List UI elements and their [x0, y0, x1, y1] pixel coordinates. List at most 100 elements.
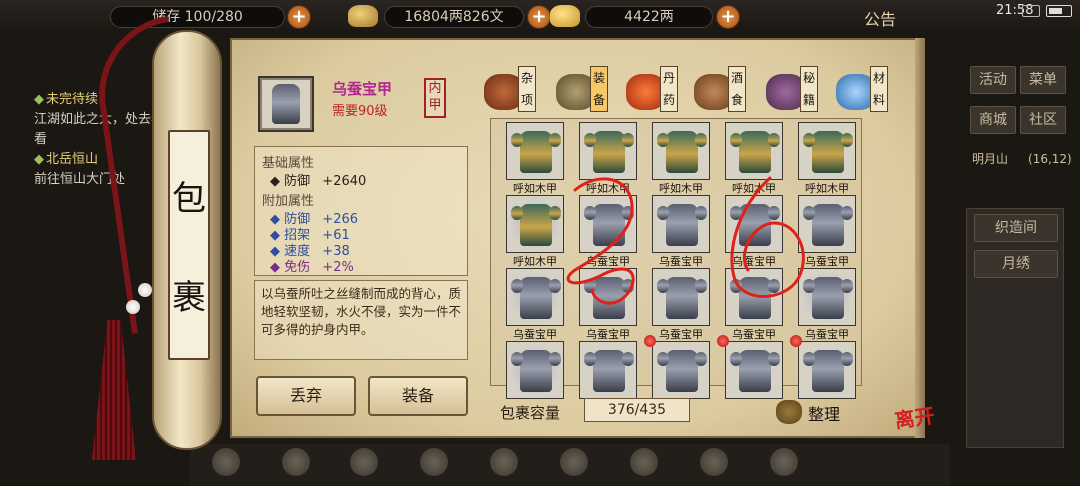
stat-value: +2640 [322, 174, 367, 189]
item-name: 乌蚕宝甲 [332, 80, 393, 98]
toolbar-icon[interactable] [350, 448, 378, 476]
inventory-slot[interactable] [579, 341, 637, 399]
shop-button[interactable]: 商城 [970, 106, 1016, 134]
diamond-icon: ◆ [270, 260, 280, 275]
silkworm-armor-icon [272, 84, 300, 124]
toolbar-icon[interactable] [212, 448, 240, 476]
bead-icon [126, 300, 140, 314]
inventory-slot[interactable] [579, 122, 637, 180]
silkworm-armor-icon [584, 204, 634, 246]
inventory-slot[interactable] [506, 122, 564, 180]
tab-misc[interactable]: 杂项 [484, 66, 548, 114]
silkworm-armor-icon [511, 350, 561, 392]
embroidery-button[interactable]: 月绣 [974, 250, 1058, 278]
stat-value: +2% [322, 260, 354, 275]
slot-name: 乌蚕宝甲 [586, 255, 630, 268]
add-money-button[interactable]: + [527, 5, 551, 29]
base-attr-row: ◆ 防御 +2640 [270, 170, 366, 189]
inventory-slot[interactable] [652, 268, 710, 326]
tab-equipment[interactable]: 装备 [556, 66, 620, 114]
silkworm-armor-icon [584, 350, 634, 392]
item-level-requirement: 需要90级 [332, 104, 388, 119]
leave-button[interactable]: 离开 [893, 403, 938, 450]
toolbar-icon[interactable] [282, 448, 310, 476]
toolbar-icon[interactable] [420, 448, 448, 476]
inventory-slot[interactable] [725, 122, 783, 180]
add-storage-button[interactable]: + [287, 5, 311, 29]
toolbar-icon[interactable] [700, 448, 728, 476]
inventory-slot[interactable] [579, 195, 637, 253]
slot-name: 呼如木甲 [805, 182, 849, 195]
capacity-label: 包裹容量 [500, 404, 561, 422]
inventory-slot[interactable] [506, 268, 564, 326]
location-name: 明月山 [972, 152, 1009, 166]
extra-attr-row: ◆ 免伤 +2% [270, 256, 354, 275]
tab-label: 酒食 [728, 66, 746, 112]
quest-title: 北岳恒山 [46, 152, 99, 167]
inventory-slot[interactable] [725, 341, 783, 399]
extra-attr-header: 附加属性 [262, 194, 315, 209]
quest-title: 未完待续 [46, 92, 99, 107]
gold-pill: 4422两 [585, 6, 713, 28]
silkworm-armor-icon [657, 277, 707, 319]
equip-button[interactable]: 装备 [368, 376, 468, 416]
inventory-slot[interactable] [798, 268, 856, 326]
tab-label: 装备 [590, 66, 608, 112]
gold-ingot-icon [550, 5, 580, 27]
toolbar-icon[interactable] [770, 448, 798, 476]
toolbar-icon[interactable] [560, 448, 588, 476]
toolbar-icon[interactable] [490, 448, 518, 476]
inventory-slot[interactable] [798, 122, 856, 180]
inventory-slot[interactable] [579, 268, 637, 326]
menu-button[interactable]: 菜单 [1020, 66, 1066, 94]
community-button[interactable]: 社区 [1020, 106, 1066, 134]
inventory-slot[interactable] [506, 195, 564, 253]
inventory-slot[interactable] [798, 341, 856, 399]
scroll-title: 包 裹 [168, 130, 210, 360]
inventory-slot[interactable] [652, 122, 710, 180]
sort-button[interactable]: 整理 [776, 398, 856, 426]
tab-materials[interactable]: 材料 [836, 66, 900, 114]
activity-button[interactable]: 活动 [970, 66, 1016, 94]
tab-food[interactable]: 酒食 [694, 66, 758, 114]
silkworm-armor-icon [511, 277, 561, 319]
tab-manuals[interactable]: 秘籍 [766, 66, 830, 114]
slot-name: 呼如木甲 [732, 182, 776, 195]
stat-name: 免伤 [284, 260, 311, 275]
battery-icon [1046, 5, 1072, 17]
storage-pill: 储存 100/280 [110, 6, 285, 28]
inventory-slot[interactable] [725, 268, 783, 326]
wood-armor-icon [730, 131, 780, 173]
inventory-slot[interactable] [506, 341, 564, 399]
add-gold-button[interactable]: + [716, 5, 740, 29]
tassel [92, 320, 136, 460]
silver-coin-icon [348, 5, 378, 27]
capacity-value: 376/435 [584, 398, 690, 422]
weaving-room-button[interactable]: 织造间 [974, 214, 1058, 242]
slot-name: 乌蚕宝甲 [659, 255, 703, 268]
base-attr-header: 基础属性 [262, 156, 315, 171]
slot-name: 呼如木甲 [513, 255, 557, 268]
silkworm-armor-icon [803, 204, 853, 246]
tab-pills[interactable]: 丹药 [626, 66, 690, 114]
slot-name: 乌蚕宝甲 [513, 328, 557, 341]
wood-armor-icon [511, 131, 561, 173]
inventory-slot[interactable] [652, 195, 710, 253]
new-item-dot [644, 335, 656, 347]
silkworm-armor-icon [803, 277, 853, 319]
inventory-slot[interactable] [652, 341, 710, 399]
location-readout: 明月山 (16,12) [972, 150, 1072, 167]
slot-name: 乌蚕宝甲 [805, 255, 849, 268]
wood-armor-icon [657, 131, 707, 173]
silkworm-armor-icon [657, 350, 707, 392]
toolbar-icon[interactable] [630, 448, 658, 476]
money-pill: 16804两826文 [384, 6, 524, 28]
tab-label: 秘籍 [800, 66, 818, 112]
discard-button[interactable]: 丢弃 [256, 376, 356, 416]
inventory-slot[interactable] [798, 195, 856, 253]
inventory-slot[interactable] [725, 195, 783, 253]
wood-armor-icon [584, 131, 634, 173]
notice-button[interactable]: 公告 [864, 6, 896, 30]
slot-name: 乌蚕宝甲 [586, 328, 630, 341]
slot-name: 呼如木甲 [586, 182, 630, 195]
